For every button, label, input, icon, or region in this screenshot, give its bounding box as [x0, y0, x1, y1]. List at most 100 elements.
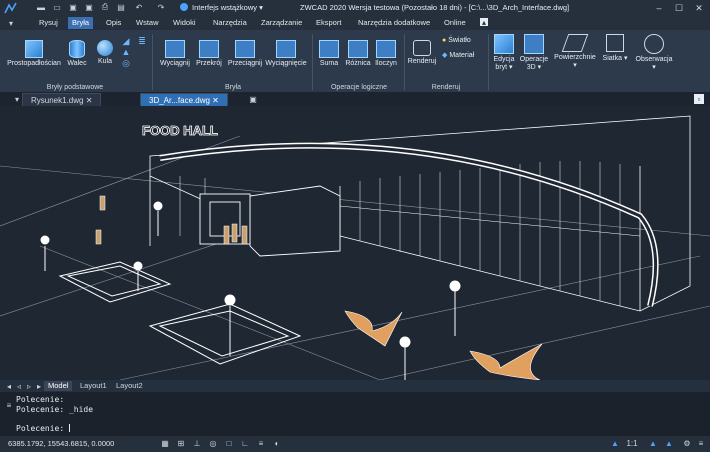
osnap-icon[interactable]: □ — [224, 439, 234, 449]
app-logo-icon[interactable] — [4, 2, 18, 14]
redo-icon[interactable]: ↷ — [156, 2, 166, 12]
command-window-handle-icon[interactable]: ≡ — [4, 400, 14, 410]
snap-icon[interactable]: ⊞ — [176, 439, 186, 449]
undo-icon[interactable]: ↶ — [134, 2, 144, 12]
close-icon[interactable]: ✕ — [86, 96, 93, 105]
workspace-gear-icon[interactable]: ⚙ — [682, 439, 692, 449]
window-title: ZWCAD 2020 Wersja testowa (Pozostało 18 … — [300, 3, 570, 12]
otrack-icon[interactable]: ∟ — [240, 439, 250, 449]
separator — [312, 34, 313, 90]
tab-model[interactable]: Model — [44, 381, 73, 391]
tab-eksport[interactable]: Eksport — [312, 17, 345, 29]
lineweight-icon[interactable]: ≡ — [256, 439, 266, 449]
separator — [488, 34, 489, 90]
tab-last-icon[interactable]: ▸ — [34, 381, 44, 391]
transparency-icon[interactable]: ◐ — [272, 439, 282, 449]
new-file-icon[interactable]: ▭ — [52, 2, 62, 12]
intersect-button[interactable]: Iloczyn — [372, 40, 400, 67]
command-prompt[interactable]: Polecenie: — [16, 424, 70, 433]
loft-icon — [276, 40, 296, 58]
material-icon: ◆ — [442, 52, 448, 59]
ribbon-toggle-icon[interactable]: ▴ — [480, 18, 488, 27]
restore-drawing-icon[interactable]: ▫ — [694, 94, 704, 104]
orbit-button[interactable]: Obserwacja ▾ — [634, 34, 674, 71]
group-renderuj: Renderuj — [431, 84, 461, 91]
tab-online[interactable]: Online — [440, 17, 470, 29]
cylinder-label: Walec — [67, 60, 87, 67]
group-bryly-podstawowe: Bryły podstawowe — [46, 84, 104, 91]
open-folder-icon[interactable]: ▬ — [36, 2, 46, 12]
small-solids[interactable]: ◢ ▲ ◎ — [120, 36, 132, 69]
close-button[interactable]: ✕ — [688, 0, 710, 16]
mesh-button[interactable]: Siatka ▾ — [600, 34, 630, 62]
tab-bryla[interactable]: Bryła — [68, 17, 94, 29]
tab-wstaw[interactable]: Wstaw — [132, 17, 163, 29]
annotation-visibility-icon[interactable]: ▲ — [648, 439, 658, 449]
save-as-icon[interactable]: ▣ — [84, 2, 94, 12]
tab-layout1[interactable]: Layout1 — [76, 381, 111, 391]
tab-next-icon[interactable]: ▹ — [24, 381, 34, 391]
doc-tab-label: Rysunek1.dwg — [31, 96, 84, 105]
close-icon[interactable]: ✕ — [212, 96, 219, 105]
tab-first-icon[interactable]: ◂ — [4, 381, 14, 391]
tab-zarzadzanie[interactable]: Zarządzanie — [257, 17, 306, 29]
render-button[interactable]: Renderuj — [406, 40, 438, 65]
loft-button[interactable]: Wyciągnięcie — [264, 40, 308, 67]
sphere-button[interactable]: Kula — [94, 40, 116, 65]
scale-readout[interactable]: 1:1 — [624, 439, 640, 449]
plot-icon[interactable]: ▤ — [116, 2, 126, 12]
light-button[interactable]: ● Światło — [442, 37, 482, 44]
save-icon[interactable]: ▣ — [68, 2, 78, 12]
annotation-icon[interactable]: ▲ — [610, 439, 620, 449]
union-button[interactable]: Suma — [316, 40, 342, 67]
tab-prev-icon[interactable]: ◃ — [14, 381, 24, 391]
extrude-button[interactable]: Wyciągnij — [158, 40, 192, 67]
extrude-icon — [165, 40, 185, 58]
intersect-icon — [376, 40, 396, 58]
customization-icon[interactable]: ≡ — [696, 439, 706, 449]
section-button[interactable]: Przekrój — [194, 40, 224, 67]
grid-icon[interactable]: ▦ — [160, 439, 170, 449]
tab-rysuj[interactable]: Rysuj — [35, 17, 62, 29]
material-button[interactable]: ◆ Materiał — [442, 51, 486, 59]
surfaces-button[interactable]: Powierzchnie ▾ — [552, 34, 598, 69]
box-button[interactable]: Prostopadłościan — [6, 40, 62, 67]
small-solids-2[interactable]: ≣ — [136, 36, 148, 47]
app-menu-icon[interactable]: ▾ — [6, 18, 16, 28]
print-icon[interactable]: ⎙ — [100, 2, 110, 12]
tab-opis[interactable]: Opis — [102, 17, 125, 29]
doc-tab-3d-arch[interactable]: 3D_Ar...face.dwg ✕ — [140, 93, 228, 107]
auto-scale-icon[interactable]: ▲ — [664, 439, 674, 449]
loft-label: Wyciągnięcie — [265, 60, 307, 67]
doc-tab-rysunek1[interactable]: Rysunek1.dwg ✕ — [22, 93, 102, 107]
union-icon — [319, 40, 339, 58]
subtract-button[interactable]: Różnica — [344, 40, 372, 67]
sweep-button[interactable]: Przeciągnij — [226, 40, 264, 67]
extrude-label: Wyciągnij — [160, 60, 190, 67]
maximize-button[interactable]: ☐ — [668, 0, 690, 16]
tab-layout2[interactable]: Layout2 — [112, 381, 147, 391]
polar-icon[interactable]: ◎ — [208, 439, 218, 449]
drawing-viewport[interactable]: FOOD HALL — [0, 106, 710, 380]
ribbon-tabs: ▾ Rysuj Bryła Opis Wstaw Widoki Narzędzi… — [0, 16, 710, 30]
ribbon-panel: Prostopadłościan Walec Kula ◢ ▲ ◎ ≣ Bryły … — [0, 30, 710, 92]
section-label: Przekrój — [196, 60, 222, 67]
new-tab-icon[interactable]: ▣ — [248, 94, 258, 104]
layout-tabs: ◂ ◃ ▹ ▸ Model Layout1 Layout2 — [0, 380, 710, 392]
tab-widoki[interactable]: Widoki — [169, 17, 200, 29]
edit-solids-button[interactable]: Edycja bryt ▾ — [490, 34, 518, 71]
cylinder-button[interactable]: Walec — [66, 40, 88, 67]
workspace-selector[interactable]: Interfejs wstążkowy ▾ — [180, 2, 263, 14]
orbit-icon — [644, 34, 664, 54]
minimize-button[interactable]: – — [648, 0, 670, 16]
tab-narzedzia-dodatkowe[interactable]: Narzędzia dodatkowe — [354, 17, 434, 29]
intersect-label: Iloczyn — [375, 60, 397, 67]
command-prompt-label: Polecenie: — [16, 424, 65, 433]
ortho-icon[interactable]: ⊥ — [192, 439, 202, 449]
sweep-icon — [235, 40, 255, 58]
group-bryla: Bryła — [225, 84, 241, 91]
tab-narzedzia[interactable]: Narzędzia — [209, 17, 251, 29]
operations-3d-button[interactable]: Operacje 3D ▾ — [518, 34, 550, 71]
material-label: Materiał — [449, 52, 475, 59]
tabs-menu-icon[interactable]: ▾ — [12, 94, 22, 104]
